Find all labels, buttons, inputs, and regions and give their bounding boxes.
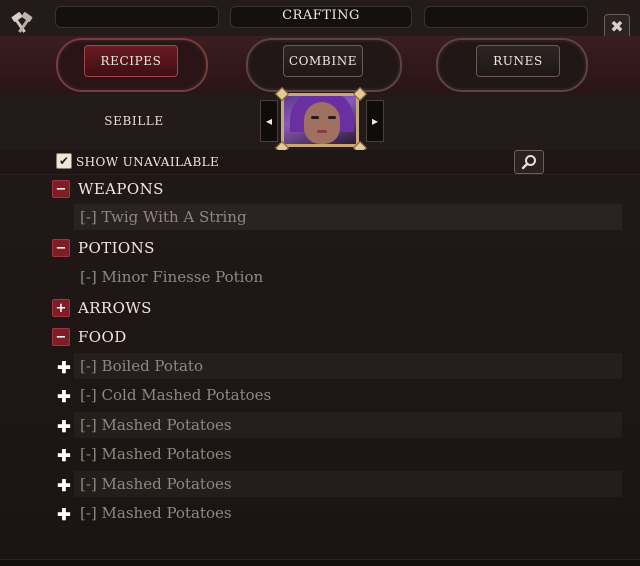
- category-weapons[interactable]: − WEAPONS: [52, 178, 164, 200]
- minus-icon[interactable]: −: [52, 180, 70, 198]
- plus-icon[interactable]: +: [52, 299, 70, 317]
- plus-icon[interactable]: ✚: [57, 358, 71, 377]
- recipe-name: [-] Boiled Potato: [80, 357, 203, 375]
- search-icon: [521, 155, 536, 170]
- recipe-row[interactable]: [-] Mashed Potatoes: [74, 500, 622, 526]
- portrait-lips: [317, 130, 327, 133]
- minus-icon[interactable]: −: [52, 328, 70, 346]
- recipe-row[interactable]: [-] Mashed Potatoes: [74, 412, 622, 438]
- recipe-row[interactable]: [-] Twig With A String: [74, 204, 622, 230]
- tab-combine[interactable]: COMBINE: [283, 45, 363, 77]
- recipe-name: [-] Cold Mashed Potatoes: [80, 386, 272, 404]
- category-potions[interactable]: − POTIONS: [52, 237, 155, 259]
- portrait-eye-left: [311, 116, 319, 119]
- plus-icon[interactable]: ✚: [57, 387, 71, 406]
- plus-icon[interactable]: ✚: [57, 505, 71, 524]
- chevron-right-icon: ▸: [371, 114, 379, 128]
- recipe-name: [-] Mashed Potatoes: [80, 504, 232, 522]
- recipe-row[interactable]: [-] Mashed Potatoes: [74, 441, 622, 467]
- hammer-icon: [8, 8, 36, 36]
- portrait-face: [304, 102, 340, 144]
- recipe-row[interactable]: [-] Mashed Potatoes: [74, 471, 622, 497]
- window-bottom-edge: [0, 559, 640, 566]
- recipe-name: [-] Mashed Potatoes: [80, 416, 232, 434]
- chevron-left-icon: ◂: [265, 114, 273, 128]
- recipe-name: [-] Twig With A String: [80, 208, 247, 226]
- next-character-button[interactable]: ▸: [366, 100, 384, 142]
- portrait-eye-right: [328, 116, 336, 119]
- title-bar-slot-left: [55, 6, 219, 28]
- close-glyph: ✖: [610, 17, 624, 36]
- recipe-name: [-] Mashed Potatoes: [80, 445, 232, 463]
- category-label: POTIONS: [78, 239, 155, 257]
- plus-icon[interactable]: ✚: [57, 476, 71, 495]
- check-icon: ✔: [58, 154, 70, 168]
- character-name: SEBILLE: [104, 114, 164, 128]
- plus-icon[interactable]: ✚: [57, 417, 71, 436]
- category-food[interactable]: − FOOD: [52, 326, 127, 348]
- recipe-row[interactable]: [-] Boiled Potato: [74, 353, 622, 379]
- window-title: CRAFTING: [282, 8, 360, 23]
- recipe-name: [-] Minor Finesse Potion: [80, 268, 264, 286]
- minus-icon[interactable]: −: [52, 239, 70, 257]
- tab-runes[interactable]: RUNES: [476, 45, 560, 77]
- show-unavailable-label[interactable]: SHOW UNAVAILABLE: [76, 155, 219, 169]
- plus-icon[interactable]: ✚: [57, 446, 71, 465]
- category-label: ARROWS: [78, 299, 152, 317]
- category-label: WEAPONS: [78, 180, 164, 198]
- character-portrait[interactable]: [281, 93, 359, 147]
- title-bar-slot-right: [424, 6, 588, 28]
- recipe-row[interactable]: [-] Cold Mashed Potatoes: [74, 382, 622, 408]
- recipe-name: [-] Mashed Potatoes: [80, 475, 232, 493]
- show-unavailable-checkbox[interactable]: ✔: [56, 153, 72, 169]
- tab-recipes[interactable]: RECIPES: [84, 45, 178, 77]
- prev-character-button[interactable]: ◂: [260, 100, 278, 142]
- category-arrows[interactable]: + ARROWS: [52, 297, 152, 319]
- recipe-row[interactable]: [-] Minor Finesse Potion: [74, 264, 622, 290]
- category-label: FOOD: [78, 328, 127, 346]
- search-button[interactable]: [514, 150, 544, 174]
